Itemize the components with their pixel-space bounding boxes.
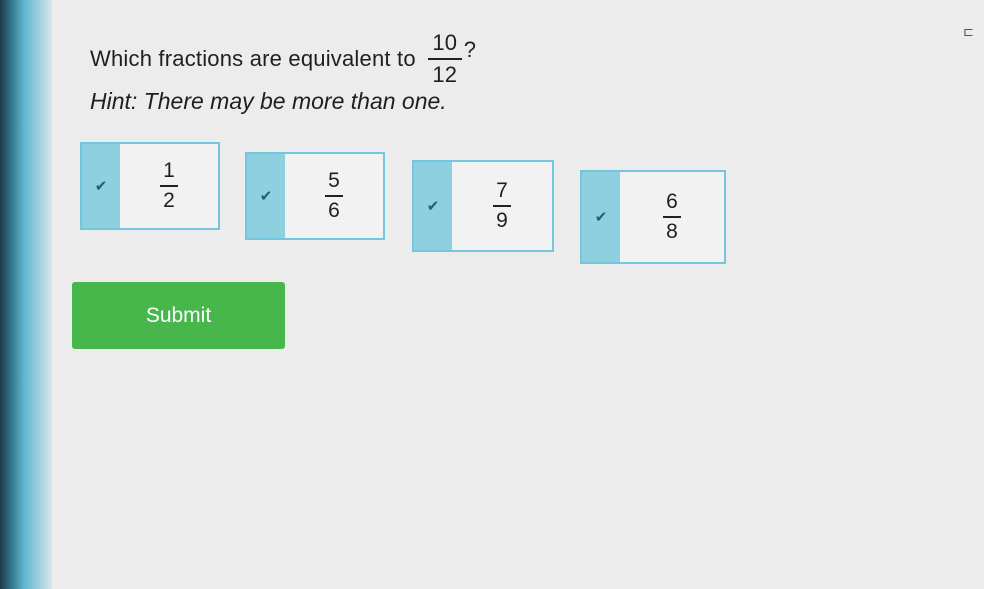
checkbox[interactable]: ✔ xyxy=(582,172,620,262)
checkmark-icon: ✔ xyxy=(259,188,273,205)
fraction-bar xyxy=(493,205,511,207)
choice-value: 6 8 xyxy=(620,172,724,262)
question-fraction: 10 12 xyxy=(427,30,462,88)
denominator: 2 xyxy=(163,189,175,212)
question: Which fractions are equivalent to 10 12 … xyxy=(90,30,476,88)
numerator: 6 xyxy=(666,190,678,213)
fraction-bar xyxy=(427,58,462,60)
checkbox[interactable]: ✔ xyxy=(82,144,120,228)
choice-value: 1 2 xyxy=(120,144,218,228)
checkmark-icon: ✔ xyxy=(594,209,608,226)
choice-fraction: 5 6 xyxy=(325,169,343,223)
choice-option[interactable]: ✔ 6 8 xyxy=(580,170,726,264)
question-numerator: 10 xyxy=(432,30,458,55)
checkbox[interactable]: ✔ xyxy=(414,162,452,250)
question-suffix: ? xyxy=(463,37,477,62)
numerator: 7 xyxy=(496,179,508,202)
submit-button[interactable]: Submit xyxy=(72,282,285,349)
choice-option[interactable]: ✔ 1 2 xyxy=(80,142,220,230)
choice-fraction: 6 8 xyxy=(663,190,681,244)
numerator: 1 xyxy=(163,159,175,182)
checkbox[interactable]: ✔ xyxy=(247,154,285,238)
choice-value: 7 9 xyxy=(452,162,552,250)
denominator: 6 xyxy=(328,199,340,222)
denominator: 8 xyxy=(666,220,678,243)
fraction-bar xyxy=(325,195,343,197)
fraction-bar xyxy=(160,185,178,187)
hint-text: Hint: There may be more than one. xyxy=(90,88,447,114)
fraction-bar xyxy=(663,216,681,218)
corner-icon: ⊏ xyxy=(963,24,974,39)
choice-option[interactable]: ✔ 7 9 xyxy=(412,160,554,252)
question-denominator: 12 xyxy=(432,62,458,87)
choice-value: 5 6 xyxy=(285,154,383,238)
checkmark-icon: ✔ xyxy=(426,198,440,215)
choice-fraction: 7 9 xyxy=(493,179,511,233)
checkmark-icon: ✔ xyxy=(94,178,108,195)
left-edge-strip xyxy=(0,0,52,589)
denominator: 9 xyxy=(496,209,508,232)
choice-fraction: 1 2 xyxy=(160,159,178,213)
choice-option[interactable]: ✔ 5 6 xyxy=(245,152,385,240)
numerator: 5 xyxy=(328,169,340,192)
question-text: Which fractions are equivalent to xyxy=(90,46,416,71)
